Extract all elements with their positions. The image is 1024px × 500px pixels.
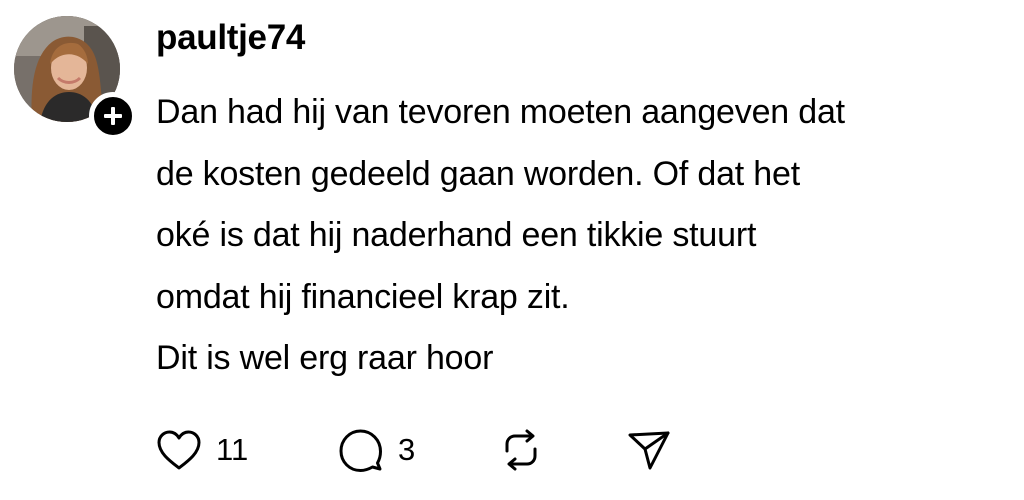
post-text: Dan had hij van tevoren moeten aangeven … xyxy=(156,82,1016,390)
like-button[interactable]: 11 xyxy=(156,424,248,476)
speech-bubble-icon xyxy=(339,429,382,472)
reply-button[interactable]: 3 xyxy=(338,424,415,476)
post-text-line: de kosten gedeeld gaan worden. Of dat he… xyxy=(156,154,800,193)
repost-icon xyxy=(505,429,537,471)
reply-count: 3 xyxy=(398,432,416,467)
post-text-line: Dit is wel erg raar hoor xyxy=(156,339,494,377)
share-button[interactable] xyxy=(626,424,672,476)
avatar-container[interactable] xyxy=(14,16,137,140)
like-count: 11 xyxy=(216,432,249,467)
heart-icon xyxy=(157,430,201,470)
repost-button[interactable] xyxy=(498,424,544,476)
post-text-line: Dan had hij van tevoren moeten aangeven … xyxy=(156,93,845,131)
post-text-line: oké is dat hij naderhand een tikkie stuu… xyxy=(156,216,757,254)
follow-plus-button[interactable] xyxy=(89,92,137,140)
send-icon xyxy=(628,431,670,470)
plus-icon xyxy=(104,107,122,125)
username[interactable]: paultje74 xyxy=(156,16,305,60)
thread-post: paultje74 Dan had hij van tevoren moeten… xyxy=(0,0,1024,500)
post-text-line: omdat hij financieel krap zit. xyxy=(156,277,570,316)
